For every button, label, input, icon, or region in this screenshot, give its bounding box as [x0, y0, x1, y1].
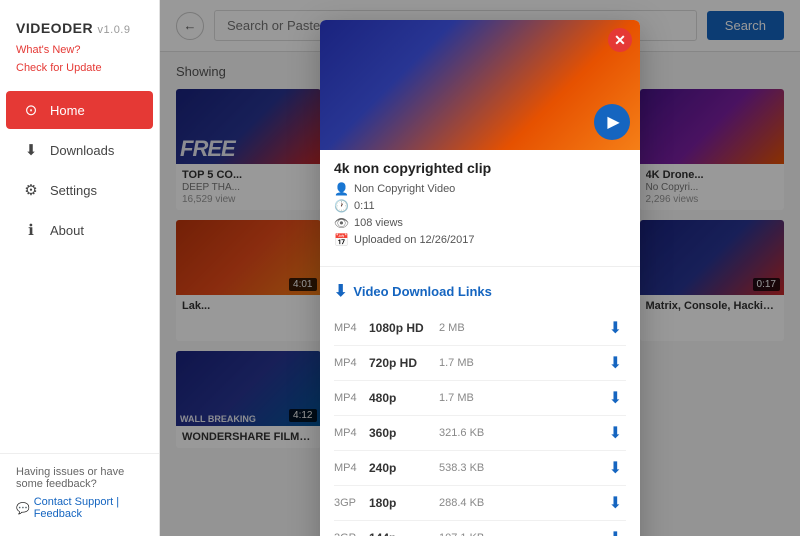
whats-new-link[interactable]: What's New? [16, 42, 143, 60]
check-update-link[interactable]: Check for Update [16, 60, 143, 78]
download-section: ⬇ Video Download Links MP4 1080p HD 2 MB… [320, 273, 640, 536]
download-row-0: MP4 1080p HD 2 MB ⬇ [334, 311, 626, 346]
dl-size-5: 288.4 KB [439, 497, 605, 509]
modal-play-button[interactable]: ▶ [594, 104, 630, 140]
download-row-4: MP4 240p 538.3 KB ⬇ [334, 451, 626, 486]
calendar-icon: 📅 [334, 233, 348, 247]
download-row-6: 3GP 144p 107.1 KB ⬇ [334, 521, 626, 536]
sidebar-item-label: Home [50, 103, 85, 118]
dl-format-2: MP4 [334, 392, 369, 404]
dl-size-6: 107.1 KB [439, 532, 605, 536]
dl-format-1: MP4 [334, 357, 369, 369]
dl-button-3[interactable]: ⬇ [605, 421, 626, 445]
modal-overlay[interactable]: ✕ ▶ 4k non copyrighted clip 👤 Non Copyri… [160, 0, 800, 536]
sidebar-item-about[interactable]: ℹ About [6, 211, 153, 249]
home-icon: ⊙ [22, 101, 40, 119]
sidebar-item-label: Downloads [50, 143, 114, 158]
dl-size-0: 2 MB [439, 322, 605, 334]
sidebar-item-label: Settings [50, 183, 97, 198]
dl-size-4: 538.3 KB [439, 462, 605, 474]
dl-quality-0: 1080p HD [369, 321, 439, 335]
download-row-1: MP4 720p HD 1.7 MB ⬇ [334, 346, 626, 381]
dl-button-1[interactable]: ⬇ [605, 351, 626, 375]
dl-size-3: 321.6 KB [439, 427, 605, 439]
sidebar-footer: Having issues or have some feedback? 💬 C… [0, 453, 159, 536]
main-content: ← Search Showing FREE TOP 5 CO... DEEP T… [160, 0, 800, 536]
info-icon: ℹ [22, 221, 40, 239]
modal-meta: 👤 Non Copyright Video 🕐 0:11 👁 108 views… [320, 182, 640, 260]
dl-format-5: 3GP [334, 497, 369, 509]
contact-support-link[interactable]: 💬 Contact Support | Feedback [16, 496, 143, 520]
dl-quality-2: 480p [369, 391, 439, 405]
channel-icon: 👤 [334, 182, 348, 196]
dl-size-2: 1.7 MB [439, 392, 605, 404]
sidebar-item-home[interactable]: ⊙ Home [6, 91, 153, 129]
dl-button-6[interactable]: ⬇ [605, 526, 626, 536]
clock-icon: 🕐 [334, 199, 348, 213]
modal-divider [320, 266, 640, 267]
modal-title: 4k non copyrighted clip [320, 150, 640, 182]
dl-quality-1: 720p HD [369, 356, 439, 370]
modal-upload-row: 📅 Uploaded on 12/26/2017 [334, 233, 626, 247]
dl-button-4[interactable]: ⬇ [605, 456, 626, 480]
play-icon: ▶ [607, 112, 619, 132]
dl-quality-4: 240p [369, 461, 439, 475]
dl-format-0: MP4 [334, 322, 369, 334]
dl-quality-6: 144p [369, 531, 439, 536]
modal-thumbnail: ▶ [320, 20, 640, 150]
download-row-3: MP4 360p 321.6 KB ⬇ [334, 416, 626, 451]
modal-views-row: 👁 108 views [334, 216, 626, 230]
footer-text: Having issues or have some feedback? [16, 466, 143, 490]
sidebar-item-label: About [50, 223, 84, 238]
downloads-icon: ⬇ [22, 141, 40, 159]
dl-button-2[interactable]: ⬇ [605, 386, 626, 410]
dl-button-5[interactable]: ⬇ [605, 491, 626, 515]
modal-channel-row: 👤 Non Copyright Video [334, 182, 626, 196]
chat-icon: 💬 [16, 502, 30, 515]
download-row-5: 3GP 180p 288.4 KB ⬇ [334, 486, 626, 521]
app-update-links: What's New? Check for Update [0, 40, 159, 89]
sidebar-item-downloads[interactable]: ⬇ Downloads [6, 131, 153, 169]
sidebar-nav: ⊙ Home ⬇ Downloads ⚙ Settings ℹ About [0, 89, 159, 453]
modal-duration-row: 🕐 0:11 [334, 199, 626, 213]
download-header: ⬇ Video Download Links [334, 281, 626, 301]
dl-format-4: MP4 [334, 462, 369, 474]
settings-icon: ⚙ [22, 181, 40, 199]
sidebar-item-settings[interactable]: ⚙ Settings [6, 171, 153, 209]
dl-format-3: MP4 [334, 427, 369, 439]
dl-size-1: 1.7 MB [439, 357, 605, 369]
app-logo: VIDEODER v1.0.9 [0, 12, 159, 40]
modal-close-button[interactable]: ✕ [608, 28, 632, 52]
download-icon: ⬇ [334, 281, 347, 301]
download-modal: ✕ ▶ 4k non copyrighted clip 👤 Non Copyri… [320, 20, 640, 536]
dl-format-6: 3GP [334, 532, 369, 536]
dl-quality-5: 180p [369, 496, 439, 510]
sidebar: VIDEODER v1.0.9 What's New? Check for Up… [0, 0, 160, 536]
dl-button-0[interactable]: ⬇ [605, 316, 626, 340]
eye-icon: 👁 [334, 216, 348, 230]
dl-quality-3: 360p [369, 426, 439, 440]
download-row-2: MP4 480p 1.7 MB ⬇ [334, 381, 626, 416]
